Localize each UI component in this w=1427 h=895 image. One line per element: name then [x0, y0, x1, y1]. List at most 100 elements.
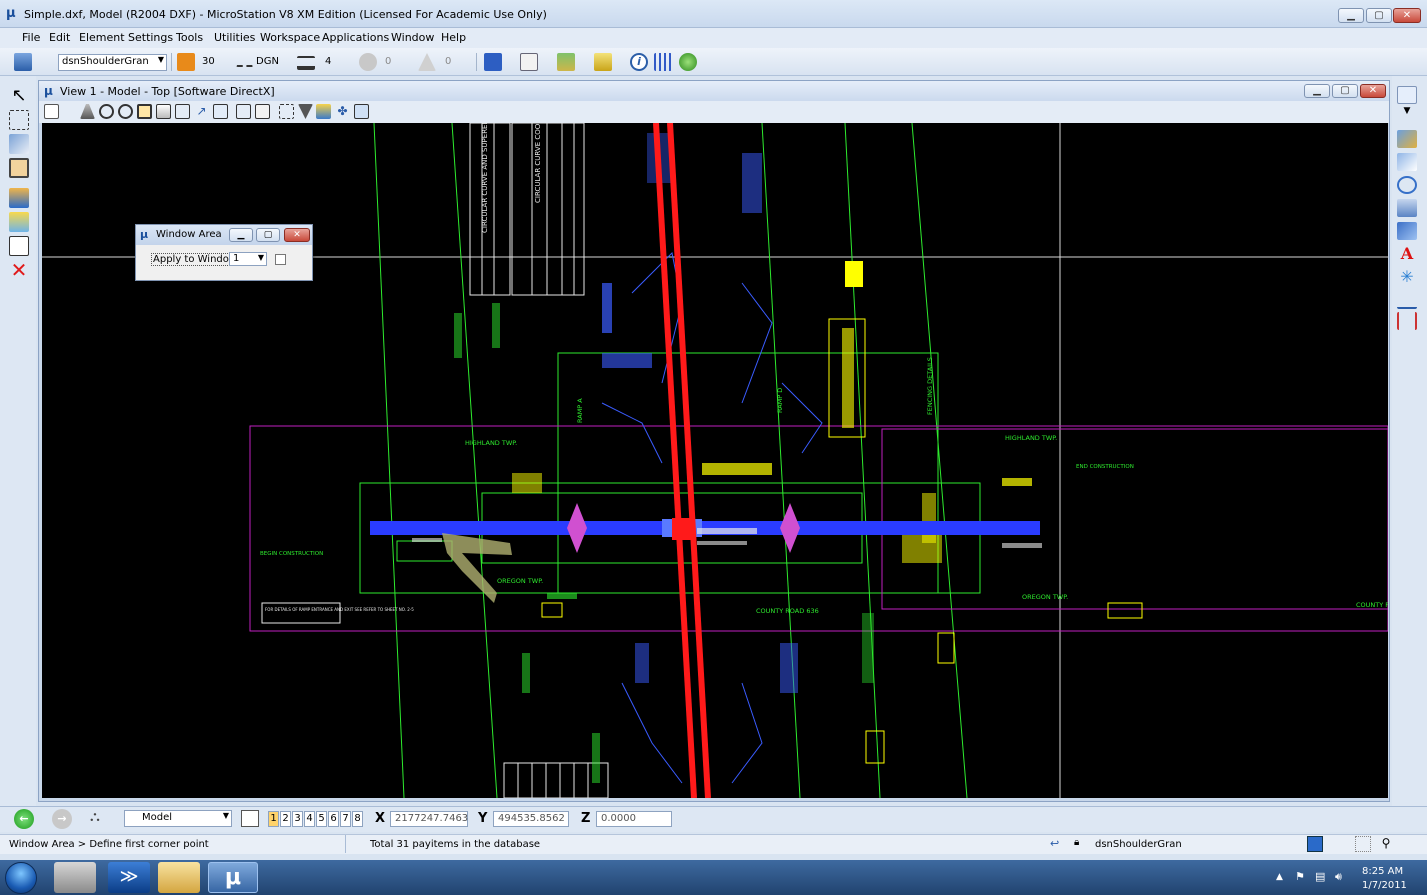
measure-tool-icon[interactable] — [1397, 291, 1417, 309]
minimize-button[interactable]: ▁ — [1338, 8, 1364, 23]
menu-tools[interactable]: Tools — [176, 31, 203, 44]
dialog-restore-button[interactable]: ▢ — [256, 228, 280, 242]
network-app-icon[interactable] — [54, 862, 96, 893]
apply-to-window-checkbox[interactable] — [275, 254, 286, 265]
rotate-view-icon[interactable] — [175, 104, 190, 119]
fence-icon[interactable] — [9, 110, 29, 130]
view-4-button[interactable]: 4 — [304, 811, 315, 827]
element-selection-icon[interactable]: ↖ — [9, 86, 29, 106]
powershell-icon[interactable]: ≫ — [108, 862, 150, 893]
view-2-button[interactable]: 2 — [280, 811, 291, 827]
color-swatch-icon[interactable] — [177, 53, 195, 71]
group-icon[interactable] — [9, 188, 29, 208]
view-7-button[interactable]: 7 — [340, 811, 351, 827]
delete-icon[interactable]: ✕ — [9, 260, 29, 280]
x-coordinate-field[interactable]: 2177247.7463 — [390, 811, 468, 827]
references-icon[interactable] — [520, 53, 538, 71]
line-weight-icon[interactable] — [297, 56, 315, 70]
point-tool-icon[interactable]: ✳ — [1397, 268, 1417, 286]
view-5-button[interactable]: 5 — [316, 811, 327, 827]
y-coordinate-field[interactable]: 494535.8562 — [493, 811, 569, 827]
design-history-icon[interactable] — [1355, 836, 1371, 852]
fit-view-icon[interactable] — [156, 104, 171, 119]
forward-icon[interactable]: → — [52, 809, 72, 829]
drop-icon[interactable] — [9, 212, 29, 232]
view-8-button[interactable]: 8 — [352, 811, 363, 827]
manipulate-icon[interactable] — [9, 134, 29, 154]
modify-icon[interactable] — [9, 158, 29, 178]
view-1-button[interactable]: 1 — [268, 811, 279, 827]
snap-icon[interactable]: ↩ — [1050, 837, 1064, 851]
dialog-minimize-button[interactable]: ▁ — [229, 228, 253, 242]
menu-utilities[interactable]: Utilities — [214, 31, 255, 44]
view-attributes-icon[interactable] — [44, 104, 59, 119]
menu-window[interactable]: Window — [391, 31, 434, 44]
camera-icon[interactable] — [316, 104, 331, 119]
flag-icon[interactable]: ⚑ — [1295, 870, 1305, 883]
style-value[interactable]: DGN — [256, 56, 279, 67]
tray-expand-icon[interactable]: ▲ — [1276, 872, 1283, 882]
start-button[interactable] — [5, 862, 37, 894]
line-style-icon[interactable] — [236, 53, 254, 67]
dimension-tool-icon[interactable] — [1397, 312, 1417, 330]
view-groups-icon[interactable] — [241, 810, 259, 827]
walk-icon[interactable]: ✤ — [335, 104, 350, 119]
pan-view-icon[interactable]: ↗ — [194, 104, 209, 119]
transparency-value[interactable]: 0 — [385, 56, 391, 67]
save-status-icon[interactable] — [1307, 836, 1323, 852]
zoom-in-icon[interactable] — [99, 104, 114, 119]
level-manager-icon[interactable] — [557, 53, 575, 71]
zoom-out-icon[interactable] — [118, 104, 133, 119]
view-previous-icon[interactable] — [213, 104, 228, 119]
level-display-icon[interactable] — [594, 53, 612, 71]
menu-element[interactable]: Element — [79, 31, 125, 44]
tasks-icon[interactable] — [1397, 86, 1417, 104]
view-close-button[interactable]: ✕ — [1360, 84, 1386, 98]
dialog-close-button[interactable]: ✕ — [284, 228, 310, 242]
toggle-view-icon[interactable] — [354, 104, 369, 119]
transparency-icon[interactable] — [359, 53, 377, 71]
lock-icon[interactable]: 🔒︎ — [1074, 837, 1086, 851]
network-icon[interactable]: ▤ — [1315, 870, 1325, 883]
change-attributes-icon[interactable] — [9, 236, 29, 256]
views-icon[interactable] — [484, 53, 502, 71]
z-coordinate-field[interactable]: 0.0000 — [596, 811, 672, 827]
digital-rights-icon[interactable]: ⚲ — [1378, 836, 1394, 852]
text-tool-icon[interactable]: A — [1397, 245, 1417, 263]
view-minimize-button[interactable]: ▁ — [1304, 84, 1330, 98]
back-icon[interactable]: ← — [14, 809, 34, 829]
microstation-icon[interactable]: μ — [6, 7, 20, 21]
clip-volume-icon[interactable] — [279, 104, 294, 119]
cell-tool-icon[interactable] — [1397, 222, 1417, 240]
snap-grid-icon[interactable] — [654, 53, 672, 71]
volume-icon[interactable]: 🔊︎ — [1335, 870, 1342, 884]
model-combo[interactable]: Model ▼ — [124, 810, 232, 827]
window-area-icon[interactable] — [137, 104, 152, 119]
level-combo[interactable]: dsnShoulderGran ▼ — [58, 54, 167, 71]
menu-help[interactable]: Help — [441, 31, 466, 44]
menu-edit[interactable]: Edit — [49, 31, 70, 44]
linear-tool-icon[interactable] — [1397, 130, 1417, 148]
model-type-icon[interactable]: ⛬ — [90, 809, 108, 827]
sphere-icon[interactable] — [679, 53, 697, 71]
explorer-icon[interactable] — [158, 862, 200, 893]
view-3-button[interactable]: 3 — [292, 811, 303, 827]
active-level-icon[interactable] — [14, 53, 32, 71]
view-restore-button[interactable]: ▢ — [1332, 84, 1358, 98]
priority-value[interactable]: 0 — [445, 56, 451, 67]
restore-button[interactable]: ▢ — [1366, 8, 1392, 23]
circle-tool-icon[interactable] — [1397, 176, 1417, 194]
info-icon[interactable]: i — [630, 53, 648, 71]
menu-file[interactable]: File — [22, 31, 40, 44]
microstation-task-icon[interactable]: μ — [208, 862, 258, 893]
close-button[interactable]: ✕ — [1393, 8, 1421, 23]
menu-applications[interactable]: Applications — [322, 31, 389, 44]
view-6-button[interactable]: 6 — [328, 811, 339, 827]
surface-tool-icon[interactable] — [1397, 199, 1417, 217]
clock-date[interactable]: 1/7/2011 — [1362, 880, 1407, 891]
polygon-tool-icon[interactable] — [1397, 153, 1417, 171]
clock-time[interactable]: 8:25 AM — [1362, 866, 1403, 877]
weight-value[interactable]: 4 — [325, 56, 331, 67]
chevron-down-icon[interactable]: ▼ — [1397, 106, 1417, 124]
view-next-icon[interactable] — [236, 104, 251, 119]
